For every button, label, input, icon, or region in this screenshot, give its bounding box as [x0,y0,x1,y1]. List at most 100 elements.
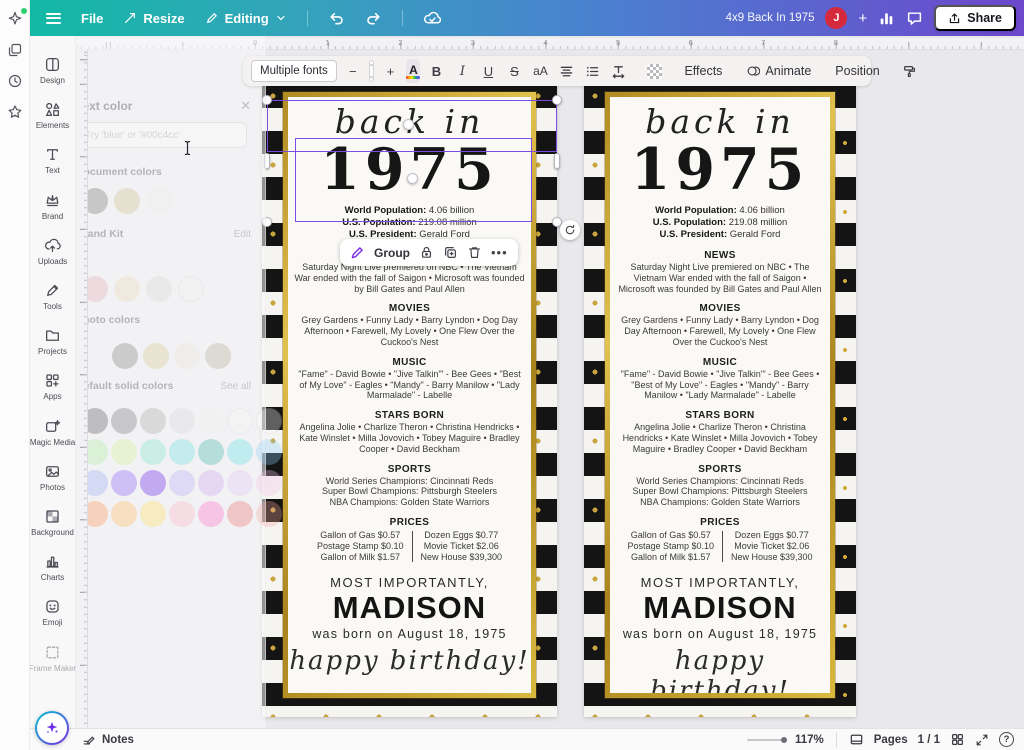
zoom-level[interactable]: 117% [795,734,824,746]
color-swatch[interactable] [140,408,166,434]
font-family-select[interactable]: Multiple fonts [251,60,337,82]
list-icon[interactable] [582,59,602,83]
color-swatch[interactable] [227,439,253,465]
poster-page-2[interactable]: back in 1975 World Population: 4.06 bill… [584,85,856,717]
color-swatch[interactable] [111,470,137,496]
color-swatch[interactable] [169,439,195,465]
color-swatch[interactable] [111,439,137,465]
color-swatch[interactable] [198,501,224,527]
comments-icon[interactable] [906,10,923,27]
poster-name[interactable]: MADISON [610,591,830,624]
copy-style-roller-icon[interactable] [900,59,920,83]
poster-wish[interactable]: happy birthday! [610,646,830,698]
color-swatch[interactable] [146,188,172,214]
sidebar-item[interactable]: Emoji [30,590,76,635]
redo-icon[interactable] [365,10,382,27]
sidebar-item[interactable]: Background [30,500,76,545]
color-swatch[interactable] [169,470,195,496]
italic-button[interactable]: I [452,59,472,83]
share-button[interactable]: Share [934,5,1016,31]
color-swatch[interactable] [198,408,224,434]
poster-most-importantly[interactable]: MOST IMPORTANTLY, [610,575,830,590]
sidebar-item[interactable]: Design [30,48,76,93]
fullscreen-icon[interactable] [975,733,989,747]
font-size-input[interactable]: -- [369,60,375,82]
color-swatch[interactable] [114,276,140,302]
group-button[interactable]: Group [374,246,410,260]
sidebar-item[interactable]: Photos [30,455,76,500]
animate-button[interactable]: Animate [742,64,815,78]
zoom-slider-knob[interactable] [781,737,787,743]
color-swatch[interactable] [140,439,166,465]
color-swatch[interactable] [169,501,195,527]
text-case-button[interactable]: aA [530,59,550,83]
sidebar-item[interactable]: Apps [30,364,76,409]
more-options-icon[interactable]: ••• [491,245,508,260]
color-swatch[interactable] [205,343,231,369]
color-swatch[interactable] [256,439,282,465]
element-center-handle[interactable] [407,173,418,184]
text-color-button[interactable]: A [406,59,420,83]
sidebar-item[interactable]: Brand [30,184,76,229]
font-size-decrease-button[interactable]: − [343,59,363,83]
transparency-icon[interactable] [644,59,664,83]
trash-icon[interactable] [467,245,482,260]
poster-sections[interactable]: NEWS Saturday Night Live premiered on NB… [610,250,830,508]
poster-prices[interactable]: PRICES Gallon of Gas $0.57 Postage Stamp… [288,517,531,563]
edit-link[interactable]: Edit [234,229,251,240]
pages-rail-icon[interactable] [6,41,24,59]
selection-handle-ne[interactable] [552,95,562,105]
selection-handle-e[interactable] [554,153,560,169]
resize-menu[interactable]: Resize [123,11,184,26]
help-icon[interactable]: ? [999,732,1014,747]
sidebar-item[interactable]: Text [30,138,76,183]
sidebar-item[interactable]: Magic Media [30,410,76,455]
close-icon[interactable]: ✕ [240,98,251,114]
magic-sparkle-icon[interactable] [6,10,24,28]
sidebar-item[interactable]: Tools [30,274,76,319]
file-menu[interactable]: File [81,11,103,26]
poster-wish[interactable]: happy birthday! [288,646,531,676]
color-swatch[interactable] [140,470,166,496]
poster-born-line[interactable]: was born on August 18, 1975 [610,627,830,641]
grid-view-icon[interactable] [950,732,965,747]
underline-button[interactable]: U [478,59,498,83]
font-size-increase-button[interactable]: + [380,59,400,83]
color-swatch[interactable] [169,408,195,434]
sidebar-item[interactable]: Charts [30,545,76,590]
sidebar-item[interactable]: Uploads [30,229,76,274]
sidebar-item[interactable]: Elements [30,93,76,138]
poster-prices[interactable]: PRICES Gallon of Gas $0.57 Postage Stamp… [610,517,830,563]
history-clock-icon[interactable] [6,72,24,90]
zoom-slider[interactable] [747,739,785,741]
color-swatch[interactable] [140,501,166,527]
sidebar-item[interactable]: Frame Maker [30,635,76,680]
poster-name[interactable]: MADISON [288,591,531,624]
element-center-handle[interactable] [403,119,414,130]
color-swatch[interactable] [143,343,169,369]
color-swatch[interactable] [198,439,224,465]
sidebar-item[interactable]: Projects [30,319,76,364]
duplicate-icon[interactable] [443,245,458,260]
color-swatch[interactable] [114,188,140,214]
poster-facts[interactable]: World Population: 4.06 billionU.S. Popul… [610,205,830,241]
poster-sections[interactable]: NEWS Saturday Night Live premiered on NB… [288,250,531,508]
assistant-sparkle-button[interactable] [35,711,69,745]
poster-born-line[interactable]: was born on August 18, 1975 [288,627,531,641]
bold-button[interactable]: B [426,59,446,83]
color-swatch[interactable] [174,343,200,369]
poster-most-importantly[interactable]: MOST IMPORTANTLY, [288,575,531,590]
star-icon[interactable] [6,103,24,121]
avatar[interactable]: J [825,7,847,29]
edit-pencil-icon[interactable] [350,245,365,260]
poster-year[interactable]: 1975 [610,143,830,196]
color-swatch[interactable] [256,501,282,527]
color-swatch[interactable] [198,470,224,496]
hamburger-icon[interactable] [46,10,61,26]
color-swatch[interactable] [146,276,172,302]
pages-button[interactable]: Pages [874,734,908,746]
effects-button[interactable]: Effects [680,64,726,78]
color-swatch[interactable] [256,408,282,434]
color-swatch[interactable] [178,276,204,302]
text-align-icon[interactable] [556,59,576,83]
